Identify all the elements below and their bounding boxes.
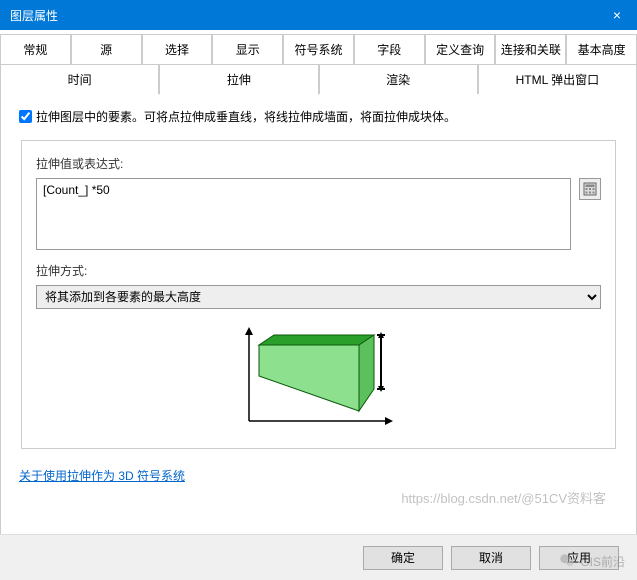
watermark-text: https://blog.csdn.net/@51CV资料客 <box>401 488 606 507</box>
expression-builder-button[interactable] <box>579 178 601 200</box>
tab-symbology[interactable]: 符号系统 <box>283 34 354 64</box>
tab-general[interactable]: 常规 <box>0 34 71 64</box>
tab-rendering[interactable]: 渲染 <box>319 64 478 94</box>
tab-selection[interactable]: 选择 <box>142 34 213 64</box>
close-icon[interactable]: × <box>607 7 627 23</box>
method-select[interactable]: 将其添加到各要素的最大高度 <box>36 285 601 309</box>
tab-fields[interactable]: 字段 <box>354 34 425 64</box>
expression-input[interactable] <box>36 178 571 250</box>
cancel-button[interactable]: 取消 <box>451 546 531 570</box>
extrude-checkbox[interactable] <box>19 110 32 123</box>
calculator-icon <box>583 182 597 196</box>
method-label: 拉伸方式: <box>36 262 601 279</box>
extrusion-diagram <box>36 321 601 434</box>
tab-baseheight[interactable]: 基本高度 <box>566 34 637 64</box>
tab-extrusion[interactable]: 拉伸 <box>159 64 318 95</box>
help-link[interactable]: 关于使用拉伸作为 3D 符号系统 <box>19 467 185 484</box>
tab-time[interactable]: 时间 <box>0 64 159 94</box>
tab-display[interactable]: 显示 <box>212 34 283 64</box>
watermark-brand: GIS前沿 <box>558 552 625 570</box>
tab-joins[interactable]: 连接和关联 <box>495 34 566 64</box>
expression-label: 拉伸值或表达式: <box>36 155 601 172</box>
wechat-icon <box>558 552 576 570</box>
extrude-checkbox-label: 拉伸图层中的要素。可将点拉伸成垂直线，将线拉伸成墙面，将面拉伸成块体。 <box>36 108 456 126</box>
tab-htmlpopup[interactable]: HTML 弹出窗口 <box>478 64 637 94</box>
tab-defquery[interactable]: 定义查询 <box>425 34 496 64</box>
window-title: 图层属性 <box>10 7 58 24</box>
ok-button[interactable]: 确定 <box>363 546 443 570</box>
tab-source[interactable]: 源 <box>71 34 142 64</box>
